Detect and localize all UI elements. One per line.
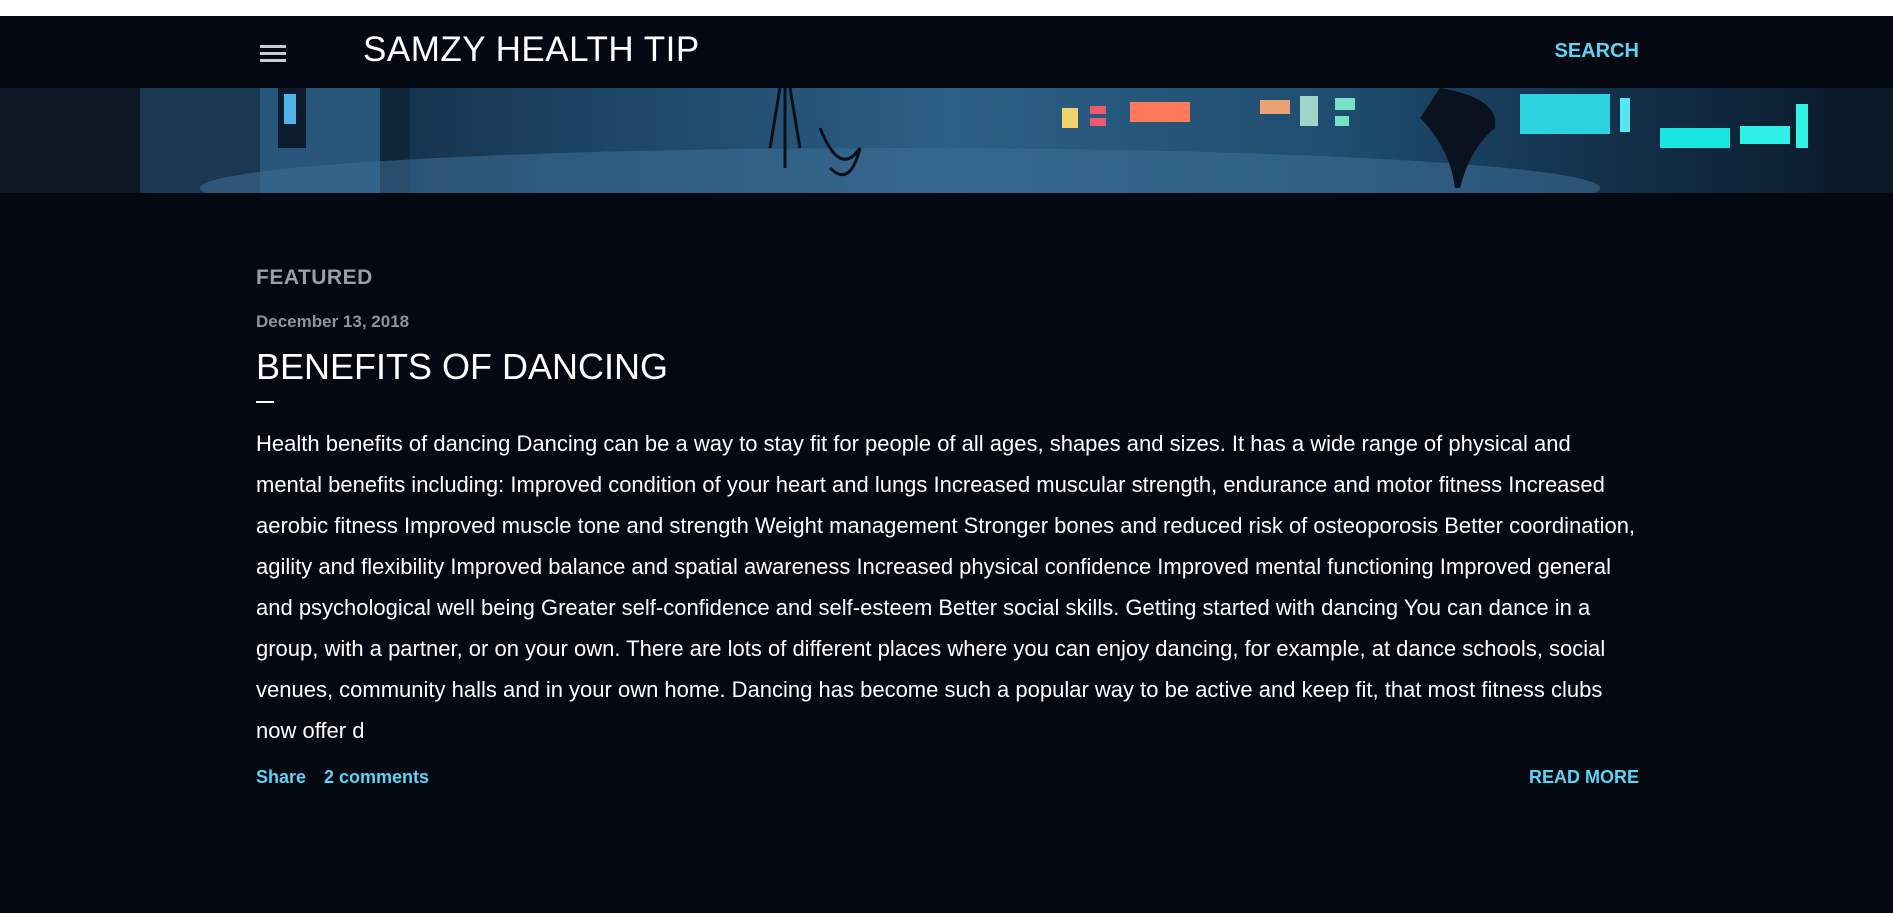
title-divider <box>256 401 274 404</box>
read-more-button[interactable]: READ MORE <box>1529 767 1639 788</box>
site-header: SAMZY HEALTH TIP SEARCH <box>0 16 1893 88</box>
post-date[interactable]: December 13, 2018 <box>256 312 1639 332</box>
comments-link[interactable]: 2 comments <box>324 767 429 788</box>
browser-top-strip <box>0 0 1893 16</box>
post-snippet: Health benefits of dancing Dancing can b… <box>256 431 1636 744</box>
site-title[interactable]: SAMZY HEALTH TIP <box>363 30 700 70</box>
banner-artwork <box>0 88 1893 193</box>
post-footer: Share 2 comments READ MORE <box>256 767 1639 793</box>
search-button[interactable]: SEARCH <box>1555 40 1639 63</box>
menu-bar <box>260 45 286 48</box>
post-title[interactable]: BENEFITS OF DANCING <box>256 346 668 387</box>
hamburger-menu-icon[interactable] <box>256 42 292 66</box>
header-banner-image <box>0 88 1893 193</box>
menu-bar <box>260 59 286 62</box>
menu-bar <box>260 52 286 55</box>
share-button[interactable]: Share <box>256 767 306 788</box>
featured-post: FEATURED December 13, 2018 BENEFITS OF D… <box>256 266 1639 793</box>
featured-label: FEATURED <box>256 266 373 289</box>
